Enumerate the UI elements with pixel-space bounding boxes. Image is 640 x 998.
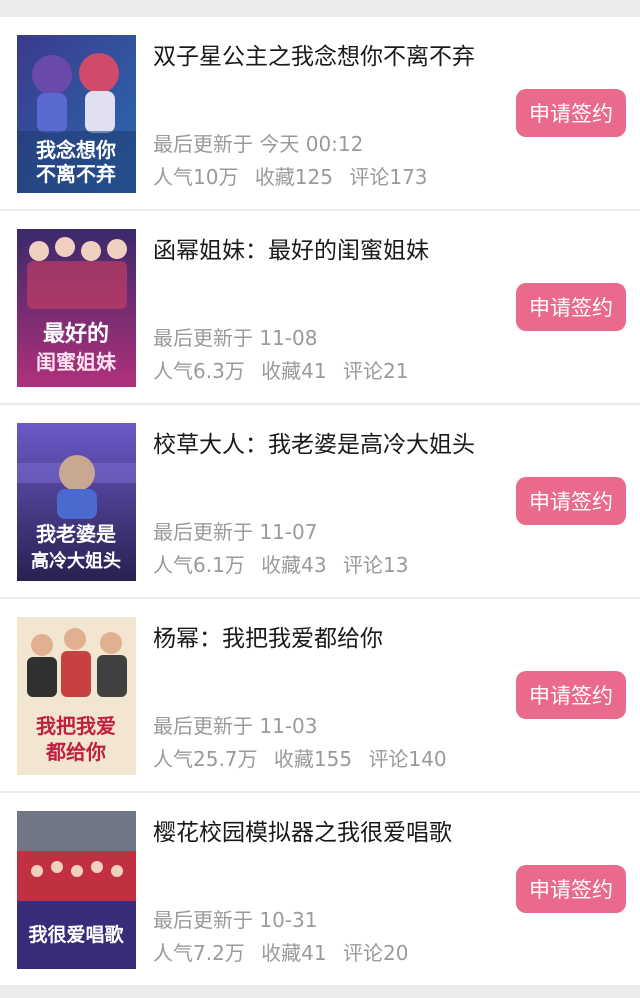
book-item[interactable]: 我很爱唱歌 樱花校园模拟器之我很爱唱歌 最后更新于 10-31 人气7.2万 收… (0, 793, 640, 985)
book-stats: 人气6.1万 收藏43 评论13 (153, 549, 408, 578)
book-cover[interactable]: 我念想你 不离不弃 (17, 35, 136, 193)
last-updated: 最后更新于 11-07 (153, 520, 318, 544)
apply-contract-button[interactable]: 申请签约 (516, 477, 626, 525)
favorites-count: 收藏155 (273, 747, 353, 771)
popularity-count: 人气6.1万 (153, 553, 245, 577)
apply-contract-button[interactable]: 申请签约 (516, 283, 626, 331)
book-cover[interactable]: 我把我爱 都给你 (17, 617, 136, 775)
last-updated: 最后更新于 10-31 (153, 908, 318, 932)
cover-title-line-1: 我把我爱 (36, 714, 116, 738)
apply-contract-button[interactable]: 申请签约 (516, 671, 626, 719)
popularity-count: 人气25.7万 (153, 747, 258, 771)
cover-title-line-1: 我老婆是 (36, 522, 116, 546)
favorites-count: 收藏41 (261, 941, 327, 965)
comments-count: 评论20 (342, 941, 409, 965)
cover-title-line-1: 我很爱唱歌 (28, 923, 124, 946)
cover-title-line-2: 闺蜜姐妹 (36, 350, 117, 374)
book-item[interactable]: 我把我爱 都给你 杨幂：我把我爱都给你 最后更新于 11-03 人气25.7万 … (0, 599, 640, 791)
cover-title-line-2: 都给你 (45, 740, 106, 764)
book-cover[interactable]: 我很爱唱歌 (17, 811, 136, 969)
comments-count: 评论21 (342, 359, 409, 383)
favorites-count: 收藏41 (261, 359, 327, 383)
cover-title-line-1: 我念想你 (36, 138, 116, 162)
book-item[interactable]: 我老婆是 高冷大姐头 校草大人：我老婆是高冷大姐头 最后更新于 11-07 人气… (0, 405, 640, 597)
book-stats: 人气6.3万 收藏41 评论21 (153, 355, 408, 384)
book-cover[interactable]: 最好的 闺蜜姐妹 (17, 229, 136, 387)
comments-count: 评论173 (349, 165, 428, 189)
cover-title-line-1: 最好的 (43, 321, 109, 347)
apply-contract-button[interactable]: 申请签约 (516, 89, 626, 137)
book-stats: 人气7.2万 收藏41 评论20 (153, 937, 408, 966)
book-title[interactable]: 函幂姐妹：最好的闺蜜姐妹 (153, 231, 429, 265)
cover-title-line-2: 高冷大姐头 (31, 550, 121, 572)
comments-count: 评论13 (342, 553, 409, 577)
popularity-count: 人气7.2万 (153, 941, 245, 965)
book-title[interactable]: 樱花校园模拟器之我很爱唱歌 (153, 813, 452, 847)
book-title[interactable]: 杨幂：我把我爱都给你 (153, 619, 383, 653)
book-cover[interactable]: 我老婆是 高冷大姐头 (17, 423, 136, 581)
comments-count: 评论140 (368, 747, 447, 771)
book-item[interactable]: 我念想你 不离不弃 双子星公主之我念想你不离不弃 最后更新于 今天 00:12 … (0, 17, 640, 209)
book-stats: 人气25.7万 收藏155 评论140 (153, 743, 447, 772)
favorites-count: 收藏125 (254, 165, 333, 189)
book-title[interactable]: 校草大人：我老婆是高冷大姐头 (153, 425, 475, 459)
apply-contract-button[interactable]: 申请签约 (516, 865, 626, 913)
last-updated: 最后更新于 今天 00:12 (153, 132, 364, 156)
cover-title-line-2: 不离不弃 (36, 162, 116, 186)
favorites-count: 收藏43 (261, 553, 327, 577)
popularity-count: 人气6.3万 (153, 359, 245, 383)
popularity-count: 人气10万 (153, 165, 239, 189)
book-stats: 人气10万 收藏125 评论173 (153, 161, 428, 190)
last-updated: 最后更新于 11-03 (153, 714, 318, 738)
book-title[interactable]: 双子星公主之我念想你不离不弃 (153, 37, 475, 71)
last-updated: 最后更新于 11-08 (153, 326, 318, 350)
book-item[interactable]: 最好的 闺蜜姐妹 函幂姐妹：最好的闺蜜姐妹 最后更新于 11-08 人气6.3万… (0, 211, 640, 403)
